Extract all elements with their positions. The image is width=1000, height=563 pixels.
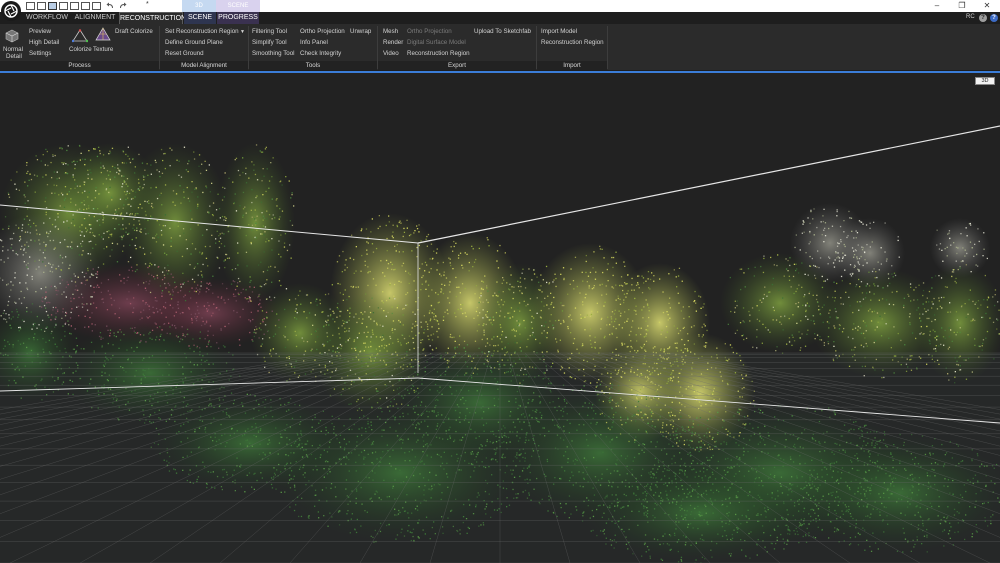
normal-detail-label-2[interactable]: Detail (6, 53, 22, 61)
close-icon[interactable]: ✕ (978, 1, 996, 11)
set-reconstruction-region-button[interactable]: Set Reconstruction Region (165, 28, 239, 36)
tools-group-label: Tools (249, 61, 377, 70)
export-video-button[interactable]: Video (383, 50, 399, 58)
chevron-down-icon[interactable]: ▼ (240, 28, 245, 36)
ribbon: Normal Detail Preview High Detail Settin… (0, 24, 1000, 70)
minimize-icon[interactable]: – (928, 1, 946, 11)
redo-icon[interactable] (118, 2, 127, 10)
define-ground-plane-button[interactable]: Define Ground Plane (165, 39, 223, 47)
draft-colorize-button[interactable]: Draft Colorize (115, 28, 153, 36)
rc-badge[interactable]: RC (966, 14, 975, 20)
tab-alignment[interactable]: ALIGNMENT (72, 12, 118, 24)
undo-icon[interactable] (106, 2, 115, 10)
texture-button[interactable]: Texture (93, 46, 113, 54)
context-tab-3d[interactable]: 3D (182, 0, 216, 12)
layout-3-icon[interactable] (48, 2, 57, 10)
colorize-button[interactable]: Colorize (69, 46, 92, 54)
import-reconstruction-region-button[interactable]: Reconstruction Region (541, 39, 604, 47)
reset-ground-button[interactable]: Reset Ground (165, 50, 204, 58)
layout-2-icon[interactable] (37, 2, 46, 10)
filtering-tool-button[interactable]: Filtering Tool (252, 28, 287, 36)
view-mode-toggle[interactable]: 3D (975, 77, 995, 85)
layout-1-icon[interactable] (26, 2, 35, 10)
ribbon-tabs: WORKFLOW ALIGNMENT RECONSTRUCTION SCENE … (0, 12, 1000, 24)
tab-progress[interactable]: PROGRESS (217, 12, 259, 24)
info-panel-button[interactable]: Info Panel (300, 39, 328, 47)
about-icon[interactable]: ? (990, 14, 998, 22)
high-detail-button[interactable]: High Detail (29, 39, 59, 47)
context-tab-scene[interactable]: SCENE (216, 0, 260, 12)
ortho-projection-button[interactable]: Ortho Projection (300, 28, 345, 36)
separator (607, 26, 608, 69)
check-integrity-button[interactable]: Check Integrity (300, 50, 341, 58)
aperture-icon (4, 4, 18, 18)
unwrap-button[interactable]: Unwrap (350, 28, 371, 36)
app-logo[interactable] (1, 1, 21, 21)
tab-scene[interactable]: SCENE (184, 12, 216, 24)
smoothing-tool-button[interactable]: Smoothing Tool (252, 50, 295, 58)
layout-7-icon[interactable] (92, 2, 101, 10)
tab-workflow[interactable]: WORKFLOW (24, 12, 70, 24)
model-alignment-group-label: Model Alignment (160, 61, 248, 70)
preview-button[interactable]: Preview (29, 28, 51, 36)
export-ortho-projection-button[interactable]: Ortho Projection (407, 28, 452, 36)
texture-icon[interactable] (95, 27, 111, 45)
point-cloud-scene[interactable] (0, 73, 1000, 563)
3d-viewport[interactable]: 3D (0, 73, 1000, 563)
import-group-label: Import (537, 61, 607, 70)
process-group-label: Process (0, 61, 159, 70)
import-model-button[interactable]: Import Model (541, 28, 577, 36)
layout-4-icon[interactable] (59, 2, 68, 10)
export-group-label: Export (378, 61, 536, 70)
upload-to-sketchfab-button[interactable]: Upload To Sketchfab (474, 28, 531, 36)
simplify-tool-button[interactable]: Simplify Tool (252, 39, 287, 47)
tab-reconstruction[interactable]: RECONSTRUCTION (119, 12, 186, 24)
export-render-button[interactable]: Render (383, 39, 403, 47)
help-icon[interactable]: ? (979, 14, 987, 22)
settings-button[interactable]: Settings (29, 50, 51, 58)
normal-detail-icon[interactable] (5, 29, 19, 45)
export-mesh-button[interactable]: Mesh (383, 28, 398, 36)
layout-5-icon[interactable] (70, 2, 79, 10)
title-bar: * 3D SCENE – ❐ ✕ (0, 0, 1000, 21)
project-title: * (146, 1, 149, 8)
colorize-icon[interactable] (71, 29, 89, 45)
layout-6-icon[interactable] (81, 2, 90, 10)
export-reconstruction-region-button[interactable]: Reconstruction Region (407, 50, 470, 58)
maximize-icon[interactable]: ❐ (953, 1, 971, 11)
export-digital-surface-model-button[interactable]: Digital Surface Model (407, 39, 466, 47)
